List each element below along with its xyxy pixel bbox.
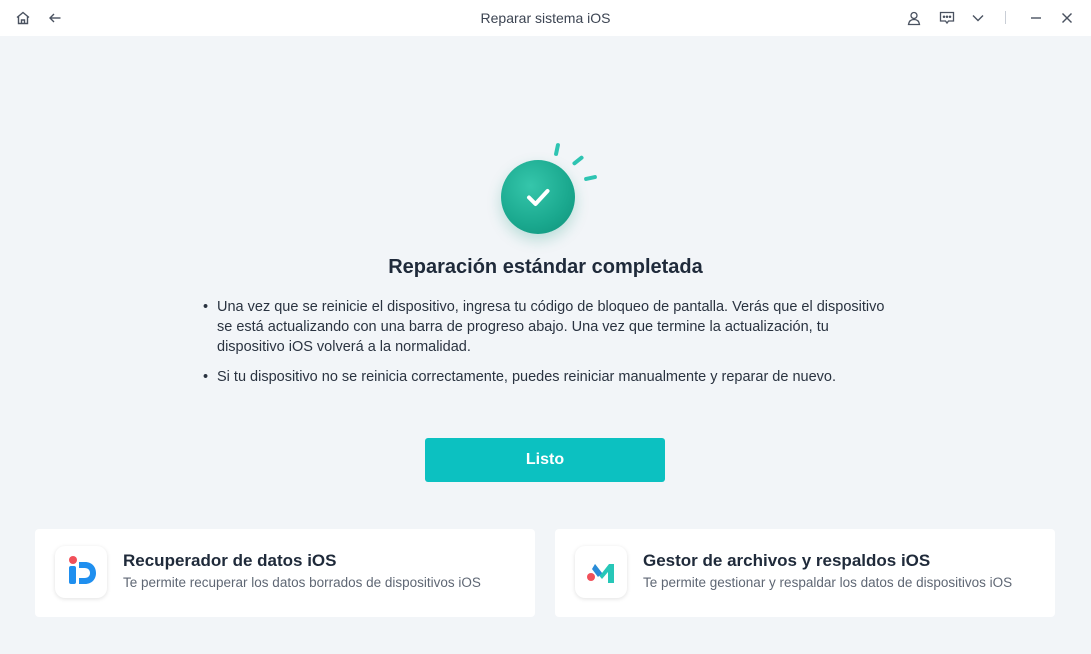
- done-button[interactable]: Listo: [425, 438, 665, 482]
- product-description: Te permite gestionar y respaldar los dat…: [643, 575, 1013, 590]
- data-recovery-logo-icon: [55, 546, 107, 598]
- window-title: Reparar sistema iOS: [480, 10, 611, 26]
- home-icon[interactable]: [11, 6, 35, 30]
- result-heading: Reparación estándar completada: [388, 256, 703, 278]
- back-arrow-icon[interactable]: [43, 6, 67, 30]
- feedback-icon[interactable]: [935, 6, 959, 30]
- sparkle-ray: [571, 154, 585, 167]
- user-icon[interactable]: [902, 6, 926, 30]
- product-description: Te permite recuperar los datos borrados …: [123, 575, 481, 590]
- instruction-text: Una vez que se reinicie el dispositivo, …: [217, 299, 885, 355]
- minimize-icon[interactable]: [1024, 6, 1048, 30]
- instructions-list: • Una vez que se reinicie el dispositivo…: [203, 297, 893, 397]
- product-title: Recuperador de datos iOS: [123, 551, 337, 570]
- title-bar: Reparar sistema iOS: [0, 0, 1091, 36]
- sparkle-ray: [553, 142, 561, 157]
- list-item: • Una vez que se reinicie el dispositivo…: [203, 297, 893, 357]
- chevron-down-icon[interactable]: [966, 6, 990, 30]
- product-card-data-recovery[interactable]: Recuperador de datos iOS Te permite recu…: [35, 529, 535, 617]
- product-title: Gestor de archivos y respaldos iOS: [643, 551, 931, 570]
- list-item: • Si tu dispositivo no se reinicia corre…: [203, 367, 893, 387]
- success-check-icon: [501, 160, 575, 234]
- bullet-point: •: [203, 299, 209, 315]
- title-bar-divider: [1005, 11, 1006, 24]
- close-icon[interactable]: [1055, 6, 1079, 30]
- file-manager-logo-icon: [575, 546, 627, 598]
- sparkle-ray: [583, 174, 598, 182]
- instruction-text: Si tu dispositivo no se reinicia correct…: [217, 369, 836, 385]
- success-illustration: [496, 138, 606, 238]
- product-card-file-manager[interactable]: Gestor de archivos y respaldos iOS Te pe…: [555, 529, 1055, 617]
- bullet-point: •: [203, 369, 209, 385]
